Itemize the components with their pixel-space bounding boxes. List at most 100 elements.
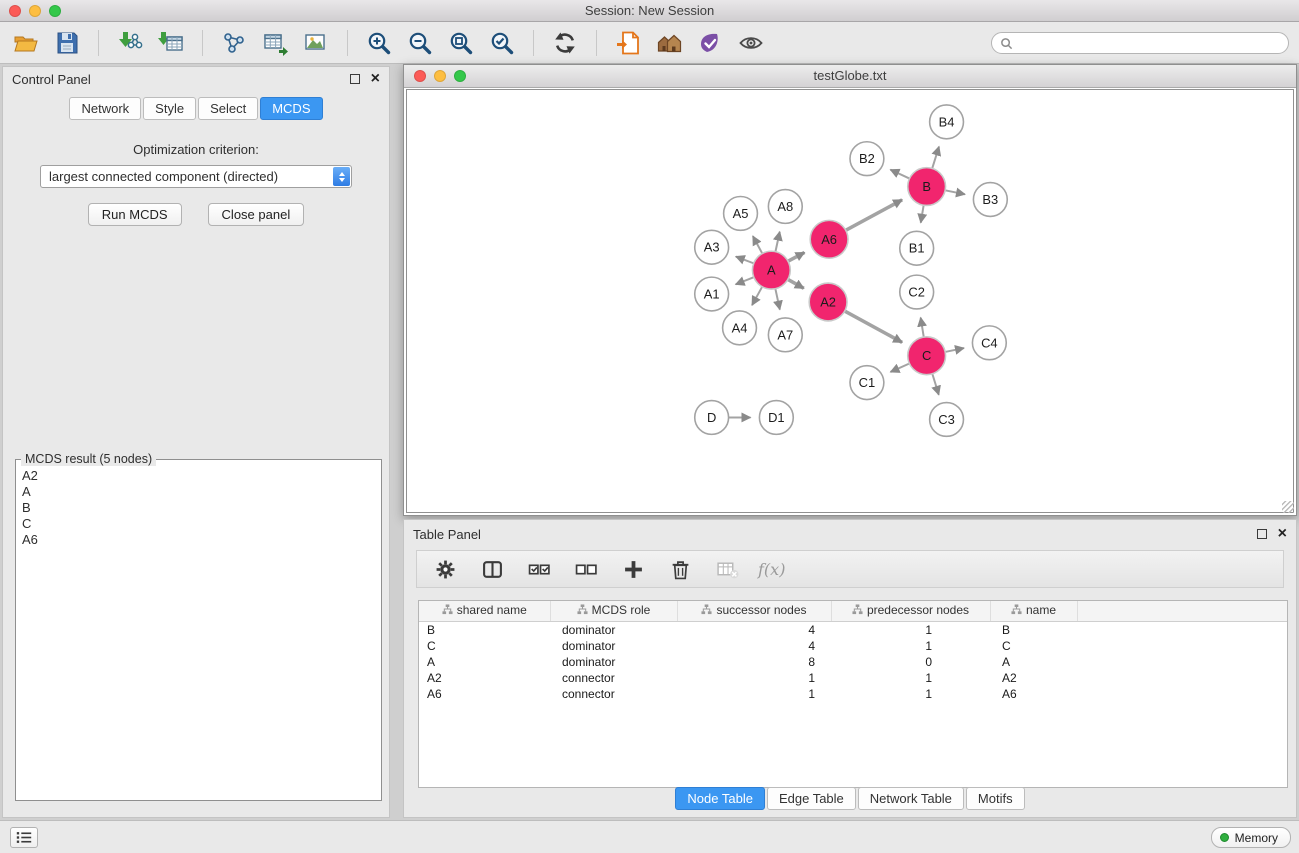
import-network-from-file-button[interactable]: [114, 27, 146, 59]
graph-edge-A-A6[interactable]: [788, 252, 804, 261]
zoom-fit-button[interactable]: [445, 27, 477, 59]
cell-successor-nodes[interactable]: 1: [677, 686, 831, 702]
graph-node-C[interactable]: C: [908, 337, 946, 375]
graph-edge-B-B3[interactable]: [945, 190, 965, 194]
search-input[interactable]: [1018, 36, 1280, 50]
column-header-shared-name[interactable]: shared name: [419, 601, 550, 621]
graph-node-B4[interactable]: B4: [930, 105, 964, 139]
cell-shared-name[interactable]: C: [419, 638, 550, 654]
apply-style-button[interactable]: [694, 27, 726, 59]
graph-edge-A-A7[interactable]: [775, 289, 779, 310]
float-panel-icon[interactable]: [350, 74, 360, 84]
table-tab-motifs[interactable]: Motifs: [966, 787, 1025, 810]
graph-node-C4[interactable]: C4: [972, 326, 1006, 360]
table-settings-button[interactable]: [429, 553, 461, 585]
export-image-button[interactable]: [300, 27, 332, 59]
tab-style[interactable]: Style: [143, 97, 196, 120]
select-all-button[interactable]: [523, 553, 555, 585]
show-graphics-details-button[interactable]: [735, 27, 767, 59]
tab-mcds[interactable]: MCDS: [260, 97, 322, 120]
graph-node-B1[interactable]: B1: [900, 231, 934, 265]
graph-edge-B-B4[interactable]: [932, 147, 939, 169]
graph-edge-A-A8[interactable]: [775, 232, 779, 252]
function-builder-button[interactable]: f(x): [758, 560, 785, 579]
graph-node-C2[interactable]: C2: [900, 275, 934, 309]
column-header-predecessor-nodes[interactable]: predecessor nodes: [831, 601, 990, 621]
cell-name[interactable]: A6: [990, 686, 1077, 702]
table-tab-node-table[interactable]: Node Table: [675, 787, 765, 810]
cell-shared-name[interactable]: B: [419, 621, 550, 638]
resize-handle[interactable]: [1282, 501, 1294, 513]
zoom-in-button[interactable]: [363, 27, 395, 59]
graph-node-C3[interactable]: C3: [930, 403, 964, 437]
graph-node-C1[interactable]: C1: [850, 366, 884, 400]
zoom-out-button[interactable]: [404, 27, 436, 59]
table-row[interactable]: Cdominator41C: [419, 638, 1287, 654]
close-panel-icon[interactable]: ×: [371, 73, 380, 85]
tab-network[interactable]: Network: [69, 97, 141, 120]
import-table-disabled-button[interactable]: [711, 553, 743, 585]
cell-mcds-role[interactable]: dominator: [550, 654, 677, 670]
graph-edge-C-C4[interactable]: [945, 348, 964, 352]
memory-button[interactable]: Memory: [1211, 827, 1291, 848]
graph-edge-A-A5[interactable]: [753, 236, 762, 253]
table-row[interactable]: A6connector11A6: [419, 686, 1287, 702]
cell-name[interactable]: A: [990, 654, 1077, 670]
mcds-result-item[interactable]: A: [22, 484, 375, 500]
graph-node-B3[interactable]: B3: [973, 183, 1007, 217]
table-tab-network-table[interactable]: Network Table: [858, 787, 964, 810]
cell-successor-nodes[interactable]: 1: [677, 670, 831, 686]
network-window-titlebar[interactable]: testGlobe.txt: [404, 65, 1296, 88]
minimize-window-button[interactable]: [29, 5, 41, 17]
run-mcds-button[interactable]: Run MCDS: [88, 203, 182, 226]
cell-successor-nodes[interactable]: 8: [677, 654, 831, 670]
cell-mcds-role[interactable]: connector: [550, 686, 677, 702]
cell-name[interactable]: A2: [990, 670, 1077, 686]
graph-edge-C-C2[interactable]: [921, 318, 924, 337]
graph-edge-B-B2[interactable]: [890, 170, 909, 179]
save-session-button[interactable]: [51, 27, 83, 59]
import-file-button[interactable]: [612, 27, 644, 59]
close-table-panel-icon[interactable]: ×: [1278, 528, 1287, 540]
graph-edge-B-B1[interactable]: [921, 205, 924, 222]
create-column-button[interactable]: [617, 553, 649, 585]
cell-shared-name[interactable]: A2: [419, 670, 550, 686]
graph-node-A6[interactable]: A6: [810, 220, 848, 258]
cell-successor-nodes[interactable]: 4: [677, 621, 831, 638]
graph-edge-C-C3[interactable]: [932, 374, 938, 395]
close-panel-button[interactable]: Close panel: [208, 203, 305, 226]
deselect-all-button[interactable]: [570, 553, 602, 585]
network-canvas[interactable]: B4B2BB3A8A5A6A3B1AC2A1A2A4A7C4CC1C3DD1: [406, 89, 1294, 513]
copy-network-button[interactable]: [218, 27, 250, 59]
graph-node-A8[interactable]: A8: [768, 190, 802, 224]
graph-node-A3[interactable]: A3: [695, 230, 729, 264]
search-box[interactable]: [991, 32, 1289, 54]
task-history-button[interactable]: [10, 827, 38, 848]
import-table-from-file-button[interactable]: [155, 27, 187, 59]
open-file-button[interactable]: [10, 27, 42, 59]
graph-node-A1[interactable]: A1: [695, 277, 729, 311]
delete-column-button[interactable]: [664, 553, 696, 585]
close-window-button[interactable]: [9, 5, 21, 17]
mcds-result-item[interactable]: A6: [22, 532, 375, 548]
graph-node-D1[interactable]: D1: [759, 401, 793, 435]
float-table-panel-icon[interactable]: [1257, 529, 1267, 539]
table-row[interactable]: A2connector11A2: [419, 670, 1287, 686]
cell-predecessor-nodes[interactable]: 0: [831, 654, 990, 670]
graph-node-A2[interactable]: A2: [809, 283, 847, 321]
minimize-network-window-button[interactable]: [434, 70, 446, 82]
show-columns-button[interactable]: [476, 553, 508, 585]
zoom-selected-button[interactable]: [486, 27, 518, 59]
graph-edge-A-A2[interactable]: [788, 279, 804, 288]
column-header-mcds-role[interactable]: MCDS role: [550, 601, 677, 621]
zoom-network-window-button[interactable]: [454, 70, 466, 82]
graph-edge-A2-C[interactable]: [845, 311, 902, 342]
graph-edge-A-A4[interactable]: [752, 287, 762, 306]
export-table-button[interactable]: [259, 27, 291, 59]
column-header-name[interactable]: name: [990, 601, 1077, 621]
graph-node-A4[interactable]: A4: [723, 311, 757, 345]
zoom-window-button[interactable]: [49, 5, 61, 17]
cell-mcds-role[interactable]: connector: [550, 670, 677, 686]
cell-mcds-role[interactable]: dominator: [550, 638, 677, 654]
graph-node-A7[interactable]: A7: [768, 318, 802, 352]
